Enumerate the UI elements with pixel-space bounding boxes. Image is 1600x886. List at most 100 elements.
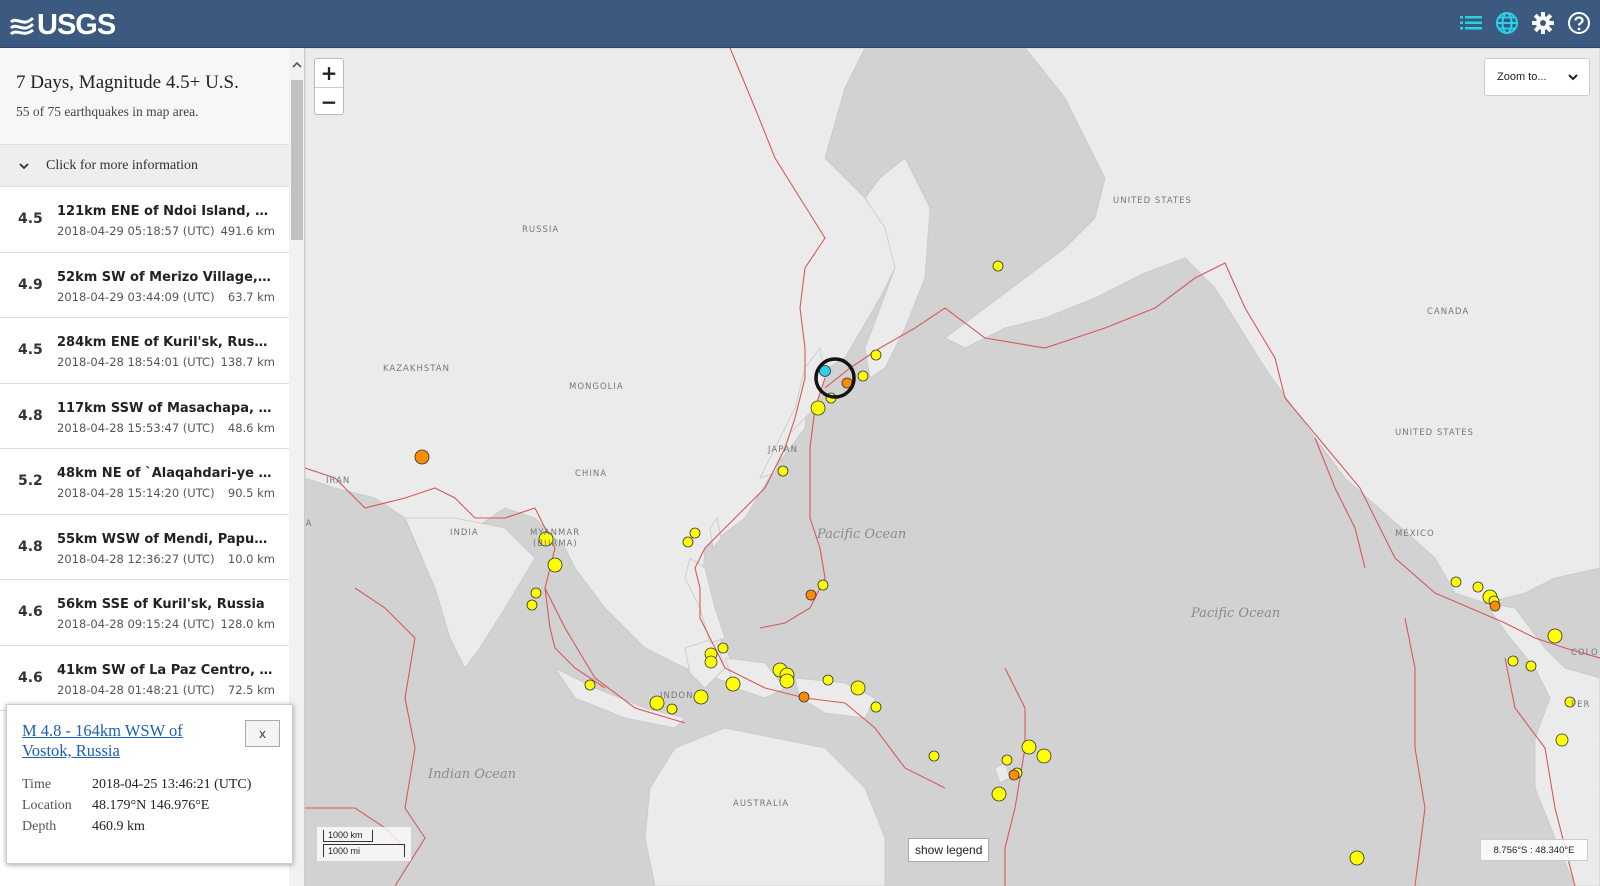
label-myanmar-burma: (BURMA) [533, 539, 578, 549]
earthquake-popup: M 4.8 - 164km WSW of Vostok, Russia x Ti… [6, 704, 293, 864]
popup-close-button[interactable]: x [245, 720, 280, 747]
popup-depth-value: 460.9 km [92, 819, 145, 834]
help-icon[interactable] [1566, 10, 1592, 36]
quake-magnitude: 4.5 [18, 211, 43, 227]
show-legend-button[interactable]: show legend [908, 838, 990, 862]
label-colombia: COLO [1571, 648, 1599, 658]
quake-list: 4.5 121km ENE of Ndoi Island, Fiji 2018-… [0, 187, 289, 711]
label-united-states-alaska: UNITED STATES [1113, 196, 1192, 206]
list-title: 7 Days, Magnitude 4.5+ U.S. [16, 72, 239, 93]
scroll-thumb[interactable] [291, 80, 303, 240]
quake-depth: 491.6 km [220, 224, 275, 238]
popup-time-label: Time [22, 777, 52, 792]
quake-magnitude: 4.5 [18, 342, 43, 358]
scroll-up-arrow-icon[interactable] [292, 60, 302, 70]
zoom-out-button[interactable]: − [315, 87, 343, 115]
more-info-label: Click for more information [46, 157, 199, 173]
label-pacific-ocean-east: Pacific Ocean [1191, 606, 1281, 621]
label-canada: CANADA [1427, 307, 1470, 317]
quake-list-item[interactable]: 4.5 284km ENE of Kuril'sk, Russia 2018-0… [0, 318, 289, 384]
cursor-coordinates: 8.756°S : 48.340°E [1480, 839, 1588, 861]
label-iran: IRAN [326, 476, 351, 486]
label-china: CHINA [575, 469, 608, 479]
popup-location-value: 48.179°N 146.976°E [92, 798, 210, 813]
label-kazakhstan: KAZAKHSTAN [383, 364, 450, 374]
quake-place: 52km SW of Merizo Village, Guam [57, 269, 275, 285]
quake-magnitude: 4.8 [18, 538, 43, 555]
list-header: 7 Days, Magnitude 4.5+ U.S. 55 of 75 ear… [0, 48, 289, 145]
list-count: 55 of 75 earthquakes in map area. [16, 104, 199, 119]
quake-place: 56km SSE of Kuril'sk, Russia [57, 597, 265, 612]
quake-time: 2018-04-28 15:53:47 (UTC) [57, 420, 215, 435]
quake-place: 55km WSW of Mendi, Papua New... [57, 531, 275, 547]
zoom-to-label: Zoom to... [1497, 71, 1547, 83]
quake-depth: 138.7 km [220, 355, 275, 369]
quake-magnitude: 4.6 [18, 669, 43, 686]
quake-place: 284km ENE of Kuril'sk, Russia [57, 335, 275, 350]
quake-list-item[interactable]: 4.8 117km SSW of Masachapa, Nicar... 201… [0, 383, 289, 449]
usgs-wave-icon [9, 16, 35, 36]
map-basemap [305, 48, 1600, 886]
label-myanmar: MYANMAR [530, 528, 581, 538]
usgs-logo[interactable]: USGS [9, 8, 116, 41]
quake-list-item[interactable]: 4.6 56km SSE of Kuril'sk, Russia 2018-04… [0, 580, 289, 646]
quake-list-item[interactable]: 4.5 121km ENE of Ndoi Island, Fiji 2018-… [0, 187, 289, 253]
label-mongolia: MONGOLIA [569, 382, 624, 392]
quake-magnitude: 4.8 [18, 407, 43, 424]
label-peru: PER [1571, 700, 1591, 710]
label-indian-ocean: Indian Ocean [428, 767, 516, 782]
logo-text: USGS [37, 8, 116, 41]
quake-list-item[interactable]: 4.9 52km SW of Merizo Village, Guam 2018… [0, 252, 289, 318]
scale-mi: 1000 mi [323, 844, 405, 857]
popup-location-label: Location [22, 798, 72, 813]
list-icon[interactable] [1458, 10, 1484, 36]
quake-depth: 128.0 km [220, 617, 275, 631]
gear-icon[interactable] [1530, 10, 1556, 36]
quake-time: 2018-04-28 12:36:27 (UTC) [57, 551, 215, 566]
quake-magnitude: 5.2 [18, 473, 43, 489]
earthquake-map[interactable]: RUSSIA KAZAKHSTAN MONGOLIA CHINA IRAN IA… [305, 48, 1600, 886]
quake-time: 2018-04-29 03:44:09 (UTC) [57, 289, 215, 304]
quake-place: 41km SW of La Paz Centro, Nicar... [57, 662, 275, 678]
quake-depth: 48.6 km [227, 420, 275, 435]
label-pacific-ocean-west: Pacific Ocean [817, 527, 907, 542]
quake-time: 2018-04-28 09:15:24 (UTC) [57, 617, 215, 631]
popup-title-link[interactable]: M 4.8 - 164km WSW of Vostok, Russia [22, 721, 232, 761]
scale-km: 1000 km [323, 830, 373, 842]
quake-place: 117km SSW of Masachapa, Nicar... [57, 400, 275, 416]
quake-depth: 10.0 km [227, 551, 275, 566]
globe-icon[interactable] [1494, 10, 1520, 36]
land-masses [305, 48, 1600, 886]
quake-time: 2018-04-28 15:14:20 (UTC) [57, 486, 215, 500]
label-australia: AUSTRALIA [733, 799, 790, 809]
quake-depth: 90.5 km [227, 486, 275, 500]
label-ia: IA [305, 519, 313, 529]
label-united-states: UNITED STATES [1395, 428, 1474, 438]
popup-details: Time 2018-04-25 13:46:21 (UTC) Location … [22, 777, 251, 840]
quake-time: 2018-04-28 18:54:01 (UTC) [57, 355, 215, 369]
quake-time: 2018-04-29 05:18:57 (UTC) [57, 224, 215, 238]
map-scale-bar: 1000 km 1000 mi [317, 827, 411, 861]
zoom-to-select[interactable]: Zoom to... [1484, 58, 1590, 96]
label-japan: JAPAN [768, 445, 798, 455]
zoom-in-button[interactable]: + [315, 59, 343, 87]
label-india: INDIA [450, 528, 479, 538]
quake-list-item[interactable]: 4.6 41km SW of La Paz Centro, Nicar... 2… [0, 645, 289, 711]
label-indonesia: INDON [660, 691, 694, 701]
quake-time: 2018-04-28 01:48:21 (UTC) [57, 682, 215, 697]
label-russia: RUSSIA [522, 225, 560, 235]
quake-place: 48km NE of `Alaqahdari-ye Kira... [57, 466, 275, 481]
quake-magnitude: 4.9 [18, 276, 43, 293]
quake-list-item[interactable]: 4.8 55km WSW of Mendi, Papua New... 2018… [0, 514, 289, 580]
chevron-down-icon [19, 162, 29, 169]
popup-depth-label: Depth [22, 819, 57, 834]
zoom-control: + − [314, 58, 344, 115]
quake-list-item[interactable]: 5.2 48km NE of `Alaqahdari-ye Kira... 20… [0, 449, 289, 515]
quake-depth: 72.5 km [227, 682, 275, 697]
more-info-toggle[interactable]: Click for more information [0, 145, 289, 187]
label-mexico: MÉXICO [1395, 529, 1435, 539]
quake-magnitude: 4.6 [18, 604, 43, 620]
chevron-down-icon [1568, 74, 1578, 81]
popup-time-value: 2018-04-25 13:46:21 (UTC) [92, 777, 252, 792]
top-bar: USGS [0, 0, 1600, 48]
